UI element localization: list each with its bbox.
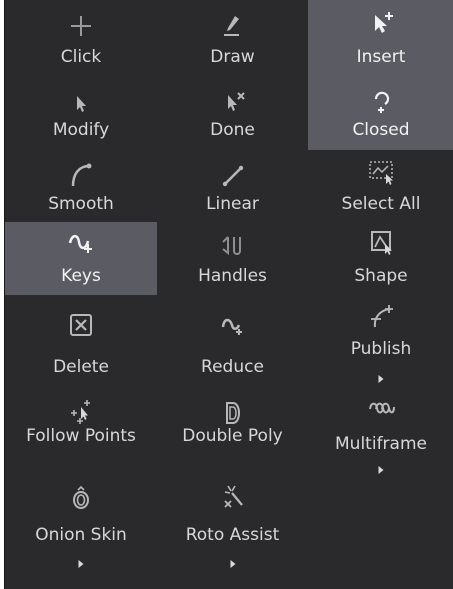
done-tool-label: Done [210, 120, 255, 140]
plus-icon [71, 16, 91, 36]
keys-tool-button[interactable]: Keys [5, 222, 157, 295]
linear-line-icon [222, 165, 243, 187]
delete-tool-button[interactable]: Delete [5, 295, 157, 391]
reduce-icon [221, 318, 242, 335]
multiframe-tool-label: Multiframe [335, 434, 427, 454]
roto-assist-submenu-arrow-icon[interactable] [230, 560, 235, 568]
closed-tool-button[interactable]: Closed [308, 76, 453, 150]
pen-icon [223, 16, 239, 36]
select-all-icon [369, 161, 393, 185]
multiframe-submenu-arrow-icon[interactable] [378, 466, 384, 474]
reduce-tool-label: Reduce [201, 357, 264, 377]
draw-tool-label: Draw [210, 47, 255, 67]
smooth-curve-icon [71, 163, 92, 187]
cursor-x-icon [227, 92, 245, 111]
linear-tool-label: Linear [206, 194, 259, 214]
done-tool-button[interactable]: Done [157, 76, 308, 150]
smooth-tool-label: Smooth [48, 194, 114, 214]
insert-tool-button[interactable]: Insert [308, 0, 453, 76]
handles-tool-button[interactable]: Handles [157, 222, 308, 295]
roto-assist-tool-label: Roto Assist [185, 525, 280, 545]
shape-icon [371, 231, 392, 255]
follow-points-tool-label: Follow Points [26, 426, 136, 446]
handles-icon [221, 236, 241, 256]
keys-curve-icon [68, 234, 92, 253]
modify-tool-label: Modify [52, 120, 110, 140]
publish-submenu-arrow-icon[interactable] [378, 375, 384, 383]
publish-tool-label: Publish [350, 339, 412, 359]
keys-tool-label: Keys [61, 266, 101, 286]
smooth-tool-button[interactable]: Smooth [5, 150, 157, 222]
onion-skin-tool-label: Onion Skin [35, 525, 127, 545]
multiframe-icon [369, 402, 395, 414]
polyline-toolbar: Click Draw Insert Modify Done Closed Smo… [4, 0, 453, 589]
select-all-tool-label: Select All [341, 194, 421, 214]
closed-tool-label: Closed [352, 120, 410, 140]
insert-tool-label: Insert [356, 47, 406, 67]
follow-points-icon [71, 400, 90, 424]
linear-tool-button[interactable]: Linear [157, 150, 308, 222]
click-tool-label: Click [60, 47, 102, 67]
select-all-tool-button[interactable]: Select All [308, 150, 453, 222]
closed-loop-icon [374, 91, 390, 113]
double-poly-tool-label: Double Poly [182, 426, 283, 446]
modify-tool-button[interactable]: Modify [5, 76, 157, 150]
publish-tool-button[interactable]: Publish [308, 295, 453, 391]
onion-skin-icon [73, 485, 89, 509]
onion-skin-tool-button[interactable]: Onion Skin [5, 481, 157, 581]
multiframe-tool-button[interactable]: Multiframe [308, 391, 453, 481]
reduce-tool-button[interactable]: Reduce [157, 295, 308, 391]
shape-tool-label: Shape [354, 266, 408, 286]
click-tool-button[interactable]: Click [5, 0, 157, 76]
roto-assist-icon [223, 485, 243, 508]
cursor-plus-icon [375, 12, 393, 33]
cursor-icon [77, 96, 86, 112]
shape-tool-button[interactable]: Shape [308, 222, 453, 295]
draw-tool-button[interactable]: Draw [157, 0, 308, 76]
follow-points-tool-button[interactable]: Follow Points [5, 391, 157, 481]
delete-box-icon [70, 314, 92, 336]
double-poly-icon [225, 402, 240, 424]
onion-skin-submenu-arrow-icon[interactable] [78, 560, 84, 568]
delete-tool-label: Delete [53, 357, 109, 377]
handles-tool-label: Handles [198, 266, 267, 286]
roto-assist-tool-button[interactable]: Roto Assist [157, 481, 308, 581]
publish-icon [371, 305, 393, 328]
double-poly-tool-button[interactable]: Double Poly [157, 391, 308, 481]
